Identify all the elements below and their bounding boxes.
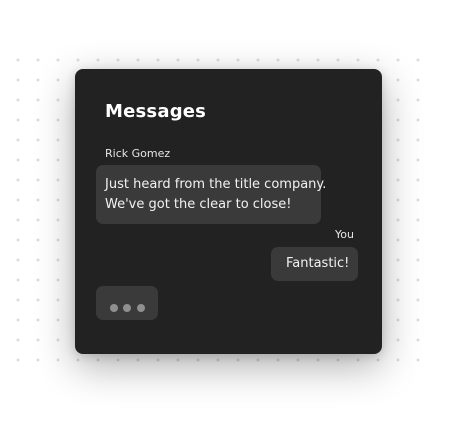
outgoing-message-bubble: Fantastic! (271, 247, 358, 281)
incoming-message-line: We've got the clear to close! (105, 197, 292, 212)
sender-name-rick-gomez: Rick Gomez (105, 147, 171, 160)
sender-name-you: You (335, 228, 354, 241)
incoming-message-bubble: Just heard from the title company. We've… (96, 165, 327, 224)
typing-dot (123, 304, 131, 312)
incoming-message-line: Just heard from the title company. (105, 177, 327, 192)
typing-dot (137, 304, 145, 312)
typing-indicator (96, 286, 158, 320)
messages-title: Messages (105, 101, 207, 122)
typing-dot (110, 304, 118, 312)
messages-card: Messages Rick Gomez Just heard from the … (75, 69, 382, 354)
